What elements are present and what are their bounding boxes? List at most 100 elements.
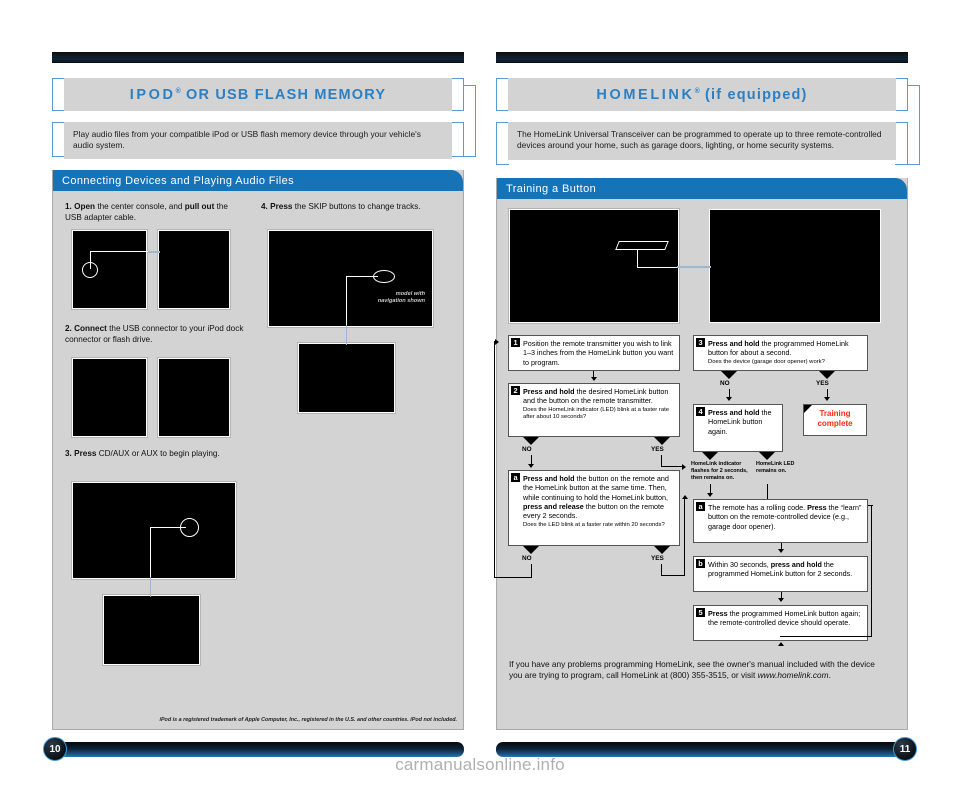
right-section-header-label: Training a Button — [506, 182, 597, 195]
flow-step-1-badge: 1 — [511, 338, 520, 347]
step-1-callout-horiz — [90, 251, 152, 253]
flow-3-yes-arrow-icon — [824, 397, 830, 401]
intro-bracket-left — [52, 122, 54, 157]
left-title-band: IPOD® OR USB FLASH MEMORY — [64, 78, 452, 111]
flow-5-return-arrow-icon — [777, 642, 784, 646]
homelink-indicator-note: HomeLink indicator flashes for 2 seconds… — [691, 461, 748, 481]
left-section-header-label: Connecting Devices and Playing Audio Fil… — [62, 174, 295, 187]
r-intro-bracket-outer-top — [908, 85, 920, 87]
homelink-url: www.homelink.com — [757, 670, 829, 681]
r-intro-bracket-left — [496, 122, 498, 165]
flow-2a-no-label: NO — [522, 555, 532, 562]
flow-2-yes-arrow-icon — [682, 463, 686, 470]
step-3-photo-detail — [102, 594, 201, 666]
step-4-text: 4. Press the SKIP buttons to change trac… — [261, 202, 421, 211]
step-3-photo-main — [71, 481, 237, 580]
intro-bracket-outer-top — [464, 85, 476, 87]
flow-2a-no-arrow-icon — [495, 339, 499, 345]
homelink-closing-note: If you have any problems programming Hom… — [509, 659, 875, 681]
flow-step-1: 1 Position the remote transmitter you wi… — [508, 335, 680, 371]
intro-bracket-outer-vert — [474, 85, 476, 157]
right-section-header: Training a Button — [497, 178, 907, 199]
flow-step-5-text: Press the programmed HomeLink button aga… — [708, 609, 861, 628]
flow-step-2-text: Press and hold the desired HomeLink butt… — [509, 384, 679, 424]
homelink-led-note: HomeLink LED remains on. — [756, 461, 795, 474]
left-page: IPOD® OR USB FLASH MEMORY Play audio fil… — [43, 52, 476, 761]
step-1-photo-b — [157, 229, 231, 310]
step-2-photo-b — [157, 357, 231, 438]
left-page-title: IPOD® OR USB FLASH MEMORY — [129, 86, 387, 103]
training-complete-line-1: Training — [819, 409, 851, 418]
right-title-block: HOMELINK® (if equipped) — [496, 78, 908, 111]
step-4-photo-detail — [297, 342, 396, 414]
step-3-callout-vert — [150, 527, 152, 579]
flow-step-2-question: Does the HomeLink indicator (LED) blink … — [523, 406, 670, 420]
training-complete-corner-icon — [804, 405, 812, 413]
flow-step-1-text: Position the remote transmitter you wish… — [523, 339, 674, 367]
flow-2-no-triangle-icon — [523, 437, 539, 445]
step-1-text: 1. Open the center console, and pull out… — [65, 202, 228, 222]
right-top-rule — [496, 52, 908, 63]
flow-step-2a-text: Press and hold the button on the remote … — [509, 471, 679, 532]
flow-step-2-badge: 2 — [511, 386, 520, 395]
flow-step-5-badge: 5 — [696, 608, 705, 617]
flow-step-4-badge: 4 — [696, 407, 705, 416]
flow-step-4a-text: The remote has a rolling code. Press the… — [708, 503, 862, 531]
r-intro-bracket-top-right — [895, 122, 908, 124]
r-intro-bracket-bottom-right — [895, 163, 908, 165]
flow-2-yes-horiz — [661, 466, 683, 468]
flow-2a-yes-triangle-icon — [654, 546, 670, 554]
flow-2-no-arrow-icon — [528, 464, 534, 468]
flow-step-4a: a The remote has a rolling code. Press t… — [693, 499, 868, 543]
flow-4a-4b-arrow-icon — [778, 549, 784, 553]
flow-2a-no-down — [530, 564, 532, 578]
flow-2a-yes-label: YES — [651, 555, 664, 562]
homelink-callout-vert — [637, 250, 639, 268]
right-page-title: HOMELINK® (if equipped) — [596, 86, 808, 103]
flow-step-3-badge: 3 — [696, 338, 705, 347]
flow-step-4a-badge: a — [696, 502, 705, 511]
step-3-text: 3. Press CD/AUX or AUX to begin playing. — [65, 449, 220, 458]
r-intro-bracket-outer-vert — [918, 85, 920, 165]
flow-step-4b-badge: b — [696, 559, 705, 568]
left-card-body: 1. Open the center console, and pull out… — [53, 191, 463, 729]
flow-step-3: 3 Press and hold the programmed HomeLink… — [693, 335, 868, 371]
flow-step-4-text: Press and hold the HomeLink button again… — [708, 408, 772, 436]
flow-2a-no-left — [494, 577, 531, 579]
flow-3-no-label: NO — [720, 380, 730, 387]
flow-step-2a-badge: a — [511, 473, 520, 482]
flow-3-no-arrow-icon — [726, 397, 732, 401]
step-1-callout-link — [148, 251, 160, 253]
flow-led-right-down — [871, 505, 873, 637]
left-title-block: IPOD® OR USB FLASH MEMORY — [52, 78, 464, 111]
intro-bracket-bottom-right — [451, 155, 464, 157]
flow-2-no-label: NO — [522, 446, 532, 453]
step-2-photo-a — [71, 357, 148, 438]
right-content-card: Training a Button 1 Position the remote … — [494, 178, 908, 730]
step-2-text: 2. Connect the USB connector to your iPo… — [65, 324, 244, 344]
flow-2a-no-up — [494, 341, 496, 578]
left-top-rule — [52, 52, 464, 63]
intro-bracket-outer-bottom — [464, 155, 476, 157]
flow-step-2: 2 Press and hold the desired HomeLink bu… — [508, 383, 680, 437]
training-complete-box: Training complete — [803, 404, 867, 436]
site-watermark: carmanualsonline.info — [395, 755, 565, 774]
flow-4-right-triangle-icon — [759, 452, 775, 460]
right-page-number-label: 11 — [899, 743, 911, 755]
flow-2a-yes-arrow-icon — [681, 495, 688, 499]
flow-3-yes-label: YES — [816, 380, 829, 387]
homelink-callout-horiz — [637, 266, 679, 268]
flow-step-4: 4 Press and hold the HomeLink button aga… — [693, 404, 783, 452]
right-title-band: HOMELINK® (if equipped) — [508, 78, 896, 111]
flow-step-3-question: Does the device (garage door opener) wor… — [708, 358, 825, 365]
flow-2a-yes-right — [661, 575, 685, 577]
step-4-photo-main — [267, 229, 434, 328]
flow-step-2a: a Press and hold the button on the remot… — [508, 470, 680, 546]
r-intro-bracket-outer-bottom — [908, 163, 920, 165]
step-3-callout-link — [149, 577, 152, 597]
r-intro-bracket-bottom-left — [496, 163, 509, 165]
left-section-header: Connecting Devices and Playing Audio Fil… — [53, 170, 463, 191]
flow-step-2a-question: Does the LED blink at a faster rate with… — [523, 521, 665, 528]
training-complete-line-2: complete — [817, 418, 853, 428]
step-3-callout-ring — [180, 518, 199, 537]
